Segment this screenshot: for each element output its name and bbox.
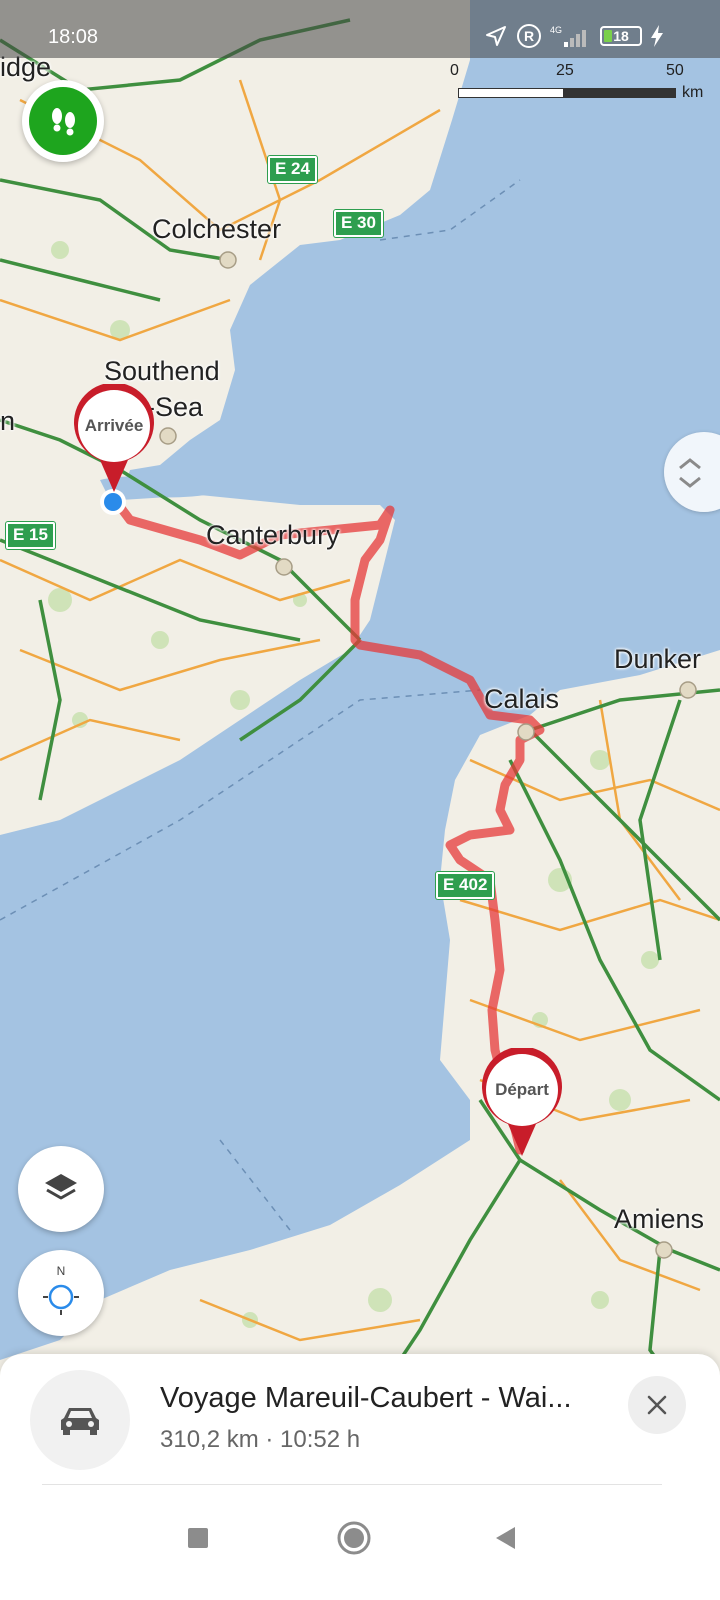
arrival-pin-label: Arrivée xyxy=(84,416,144,435)
scale-tick-25: 25 xyxy=(556,62,574,79)
scale-tick-0: 0 xyxy=(450,62,459,79)
battery-icon: 18 xyxy=(600,26,642,46)
city-label-london: n xyxy=(0,406,16,436)
trip-distance-duration: 310,2 km · 10:52 h xyxy=(160,1426,361,1453)
compass-north-label: N xyxy=(57,1264,66,1278)
departure-pin-label: Départ xyxy=(495,1080,549,1099)
system-nav-bar xyxy=(0,1490,720,1600)
location-arrow-icon xyxy=(486,26,506,46)
circle-icon xyxy=(337,1521,371,1555)
city-label-calais: Calais xyxy=(484,684,560,714)
city-label-amiens: Amiens xyxy=(614,1204,705,1234)
zoom-handle[interactable] xyxy=(664,432,720,512)
signal-icon: 4G xyxy=(550,25,586,47)
map-scale: 0 25 50 km xyxy=(450,60,720,106)
close-trip-button[interactable] xyxy=(628,1376,686,1434)
scale-tick-50: 50 xyxy=(666,62,684,79)
scale-bar xyxy=(458,88,676,98)
battery-level: 18 xyxy=(613,28,629,44)
trip-title[interactable]: Voyage Mareuil-Caubert - Wai... xyxy=(160,1382,572,1415)
layers-button[interactable] xyxy=(18,1146,104,1232)
map-pin-icon xyxy=(73,382,154,492)
map-pin-icon xyxy=(482,1046,562,1156)
city-label-dunkerque: Dunker xyxy=(614,644,702,674)
arrival-pin[interactable]: Arrivée xyxy=(72,382,156,494)
triangle-back-icon xyxy=(496,1527,515,1549)
close-icon xyxy=(647,1395,667,1415)
recents-button[interactable] xyxy=(168,1508,228,1568)
road-shield-e30: E 30 xyxy=(334,210,383,237)
back-button[interactable] xyxy=(476,1508,536,1568)
status-icons: R 4G 18 xyxy=(484,24,664,48)
city-label-cambridge: idge xyxy=(0,52,52,82)
svg-text:R: R xyxy=(524,28,534,44)
footprints-icon xyxy=(52,108,75,136)
layers-icon xyxy=(45,1174,77,1200)
charging-bolt-icon xyxy=(651,25,663,47)
chevron-up-down-icon xyxy=(679,458,701,488)
my-location-button[interactable]: N xyxy=(18,1250,104,1336)
sheet-divider xyxy=(42,1484,662,1485)
road-shield-e15: E 15 xyxy=(6,522,55,549)
city-label-canterbury: Canterbury xyxy=(206,520,340,550)
status-bar: 18:08 R 4G 18 xyxy=(0,0,720,58)
roaming-icon: R xyxy=(517,24,541,48)
car-icon xyxy=(61,1408,99,1435)
scale-unit: km xyxy=(682,84,704,101)
vehicle-button[interactable] xyxy=(30,1370,130,1470)
compass-icon: N xyxy=(43,1264,79,1315)
home-button[interactable] xyxy=(324,1508,384,1568)
road-shield-e24: E 24 xyxy=(268,156,317,183)
city-label-southend: Southend xyxy=(104,356,220,386)
network-type-text: 4G xyxy=(550,25,562,35)
square-icon xyxy=(188,1528,208,1548)
city-label-colchester: Colchester xyxy=(152,214,282,244)
road-shield-e402: E 402 xyxy=(436,872,495,899)
walking-mode-button[interactable] xyxy=(22,80,104,162)
departure-pin[interactable]: Départ xyxy=(480,1046,564,1158)
status-time: 18:08 xyxy=(48,26,99,48)
